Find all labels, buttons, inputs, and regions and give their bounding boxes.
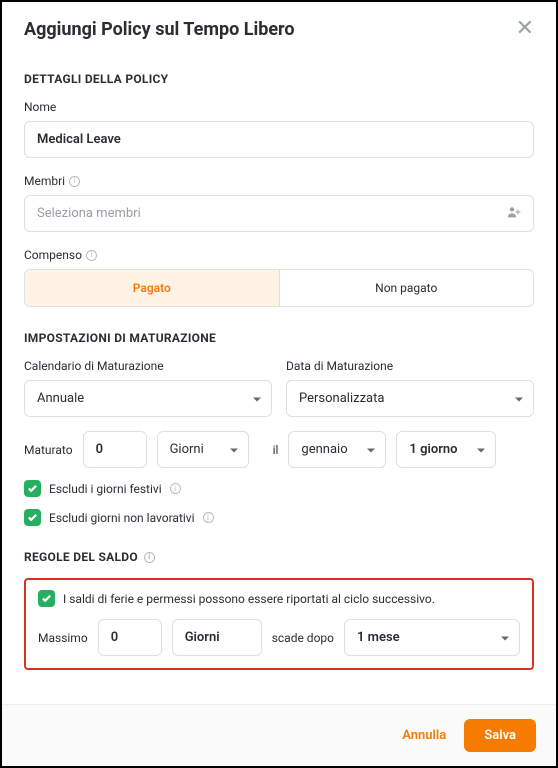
compensation-unpaid[interactable]: Non pagato: [279, 270, 534, 306]
section-title-details: DETTAGLI DELLA POLICY: [24, 72, 534, 86]
exclude-nonworking-checkbox[interactable]: [24, 509, 41, 526]
balance-max-label: Massimo: [38, 631, 88, 645]
info-icon[interactable]: i: [144, 552, 155, 563]
section-title-balance: REGOLE DEL SALDO i: [24, 550, 534, 564]
info-icon[interactable]: i: [203, 512, 214, 523]
dialog-footer: Annulla Salva: [2, 704, 556, 766]
dialog: Aggiungi Policy sul Tempo Libero ✕ DETTA…: [2, 2, 556, 766]
info-icon[interactable]: i: [170, 483, 181, 494]
balance-max-input[interactable]: [98, 619, 162, 656]
members-label: Membri i: [24, 174, 534, 188]
cancel-button[interactable]: Annulla: [402, 728, 446, 743]
add-user-icon[interactable]: [506, 204, 522, 224]
exclude-holidays-checkbox[interactable]: [24, 480, 41, 497]
compensation-label: Compenso i: [24, 248, 534, 262]
accrual-day-select[interactable]: 1 giorno: [396, 431, 496, 468]
save-button[interactable]: Salva: [464, 719, 536, 752]
compensation-paid[interactable]: Pagato: [25, 270, 279, 306]
accrual-date-label: Data di Maturazione: [286, 359, 534, 373]
exclude-holidays-row: Escludi i giorni festivi i: [24, 480, 534, 497]
accrual-top-row: Calendario di Maturazione Annuale Data d…: [24, 359, 534, 417]
close-icon[interactable]: ✕: [516, 18, 534, 40]
balance-max-row: Massimo Giorni scade dopo 1 mese: [38, 619, 520, 656]
field-members: Membri i: [24, 174, 534, 232]
accrual-amount-row: Maturato Giorni il gennaio 1 giorno: [24, 431, 534, 468]
field-accrual-schedule: Calendario di Maturazione Annuale: [24, 359, 272, 417]
carryover-checkbox[interactable]: [38, 590, 55, 607]
balance-expires-label: scade dopo: [272, 631, 334, 645]
info-icon[interactable]: i: [69, 176, 80, 187]
accrual-date-select[interactable]: Personalizzata: [286, 380, 534, 417]
compensation-segmented: Pagato Non pagato: [24, 269, 534, 307]
exclude-nonworking-label: Escludi giorni non lavorativi: [49, 511, 195, 525]
members-input[interactable]: [24, 195, 534, 232]
info-icon[interactable]: i: [86, 250, 97, 261]
field-name: Nome: [24, 100, 534, 158]
field-accrual-date: Data di Maturazione Personalizzata: [286, 359, 534, 417]
accrual-amount-label: Maturato: [24, 443, 73, 457]
section-title-accrual: IMPOSTAZIONI DI MATURAZIONE: [24, 331, 534, 345]
accrual-amount-input[interactable]: [83, 431, 147, 468]
dialog-header: Aggiungi Policy sul Tempo Libero ✕: [2, 2, 556, 72]
accrual-unit-select[interactable]: Giorni: [157, 431, 249, 468]
carryover-row: I saldi di ferie e permessi possono esse…: [38, 590, 520, 607]
exclude-nonworking-row: Escludi giorni non lavorativi i: [24, 509, 534, 526]
accrual-schedule-select[interactable]: Annuale: [24, 380, 272, 417]
field-compensation: Compenso i Pagato Non pagato: [24, 248, 534, 307]
dialog-content: DETTAGLI DELLA POLICY Nome Membri i Comp…: [2, 72, 556, 704]
exclude-holidays-label: Escludi i giorni festivi: [49, 482, 162, 496]
balance-unit-select[interactable]: Giorni: [172, 619, 262, 656]
dialog-title: Aggiungi Policy sul Tempo Libero: [24, 19, 295, 40]
balance-rules-box: I saldi di ferie e permessi possono esse…: [24, 578, 534, 670]
accrual-schedule-label: Calendario di Maturazione: [24, 359, 272, 373]
carryover-label: I saldi di ferie e permessi possono esse…: [63, 592, 435, 606]
name-label: Nome: [24, 100, 534, 114]
accrual-on-label: il: [273, 443, 279, 457]
accrual-month-select[interactable]: gennaio: [288, 431, 386, 468]
balance-expires-select[interactable]: 1 mese: [344, 619, 520, 656]
name-input[interactable]: [24, 121, 534, 158]
